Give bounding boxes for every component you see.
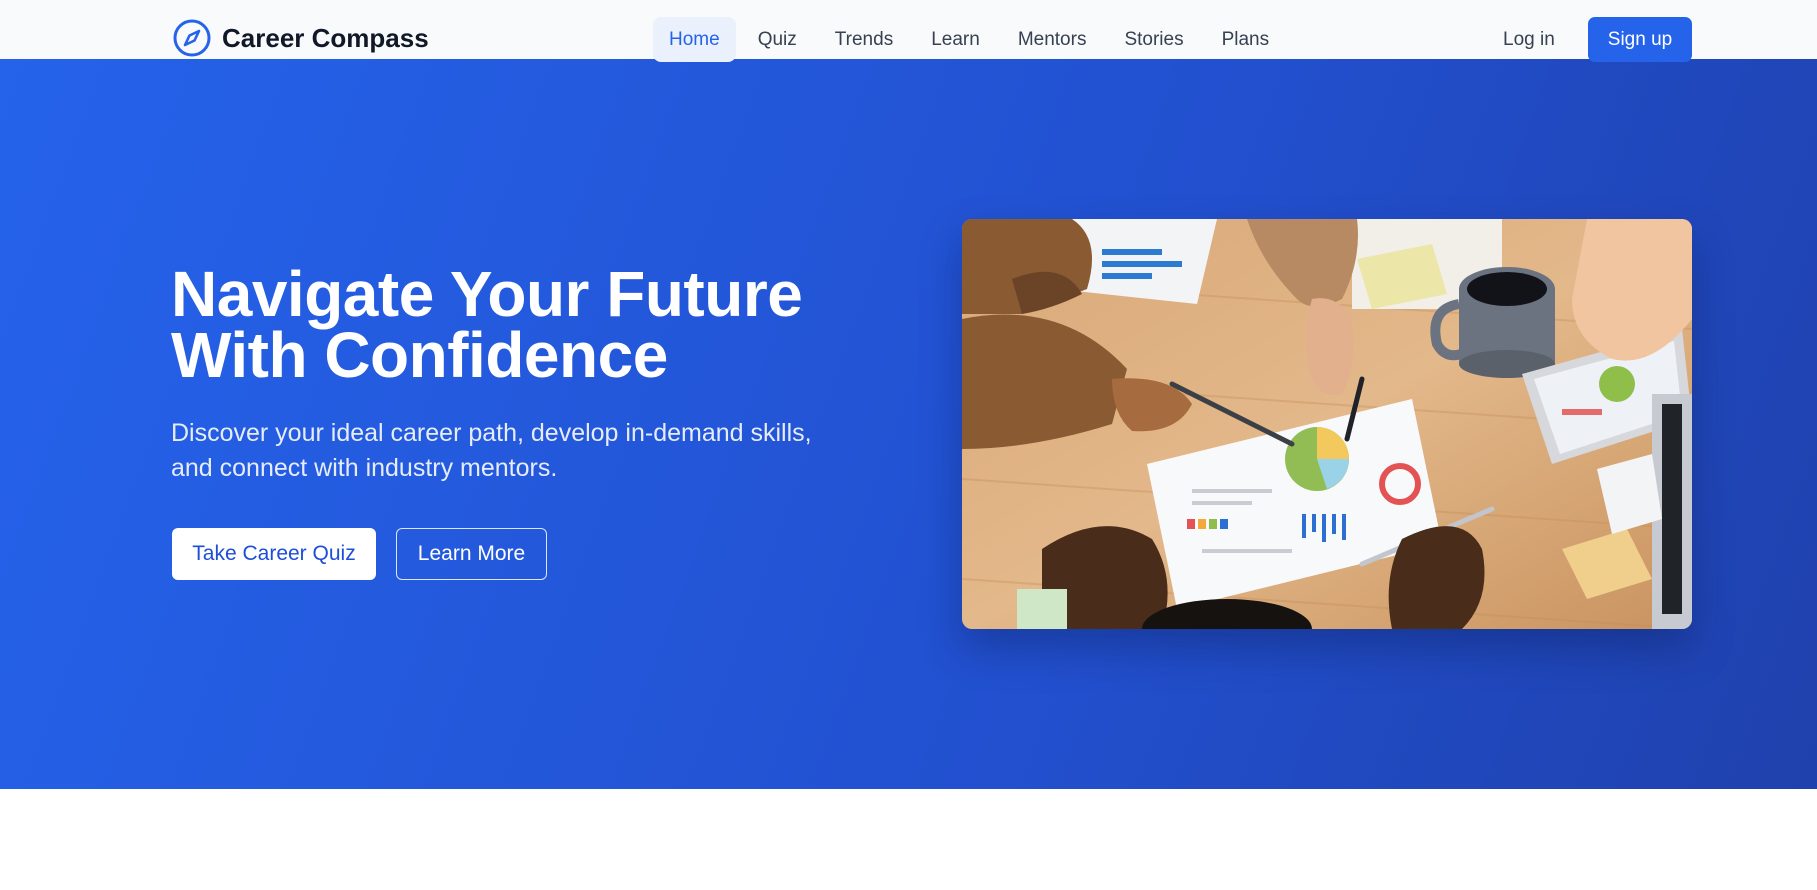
nav-item-learn[interactable]: Learn [915,17,996,62]
nav-item-mentors[interactable]: Mentors [1002,17,1103,62]
hero-headline-line2: With Confidence [171,319,668,391]
take-career-quiz-button[interactable]: Take Career Quiz [172,528,376,580]
hero-image [962,219,1692,629]
compass-icon [173,19,211,57]
learn-more-button[interactable]: Learn More [396,528,547,580]
brand-name: Career Compass [222,23,429,53]
hero-subtext: Discover your ideal career path, develop… [171,416,891,486]
nav-item-home[interactable]: Home [653,17,736,62]
brand[interactable]: Career Compass [172,18,429,58]
nav-item-trends[interactable]: Trends [819,17,909,62]
hero-headline: Navigate Your Future With Confidence [171,262,931,387]
nav-item-stories[interactable]: Stories [1108,17,1199,62]
site-header: Career Compass Home Quiz Trends Learn Me… [0,0,1817,62]
hero-subtext-line2: and connect with industry mentors. [171,454,558,482]
hero-subtext-line1: Discover your ideal career path, develop… [171,419,812,447]
team-meeting-photo [962,219,1692,629]
hero-section: Navigate Your Future With Confidence Dis… [0,59,1817,789]
signup-button[interactable]: Sign up [1588,17,1692,62]
login-link[interactable]: Log in [1485,17,1573,62]
nav-item-plans[interactable]: Plans [1206,17,1286,62]
nav-item-quiz[interactable]: Quiz [742,17,813,62]
main-nav: Home Quiz Trends Learn Mentors Stories P… [653,17,1285,62]
